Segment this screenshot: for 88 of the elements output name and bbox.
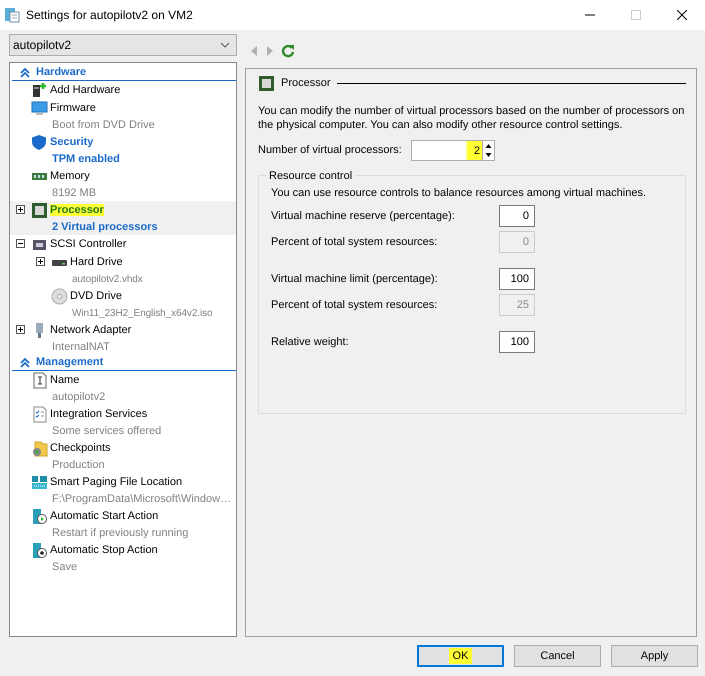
spin-buttons[interactable] — [482, 140, 495, 161]
close-icon — [677, 10, 687, 20]
tree-item-label: DVD Drive — [70, 290, 122, 302]
dialog-button[interactable]: OK — [417, 645, 504, 667]
tree-item-detail: Win11_23H2_English_x64v2.iso — [72, 308, 212, 318]
server-play-icon — [30, 508, 48, 525]
tree-item-detail: TPM enabled — [52, 152, 120, 164]
number-field[interactable]: 100 — [499, 331, 535, 353]
tree-row[interactable]: Network Adapter InternalNAT — [10, 321, 236, 355]
selected-tree-row[interactable]: Processor 2 Virtual processors — [10, 201, 236, 235]
tree-item-label: Automatic Stop Action — [50, 544, 158, 556]
tree-item-label: Memory — [50, 170, 90, 182]
group-description: You can use resource controls to balance resources among virtual machines. — [271, 186, 648, 200]
tree-row[interactable]: Hard Drive autopilotv2.vhdx — [10, 253, 236, 287]
tree-item-label: Hard Drive — [70, 256, 123, 268]
monitor-icon — [30, 100, 48, 117]
text-cursor-icon — [30, 372, 48, 389]
tree-item-label: Integration Services — [50, 408, 148, 420]
tree-item-detail: Some services offered — [52, 424, 162, 436]
disc-icon — [50, 288, 68, 305]
chip-icon — [30, 202, 48, 219]
tree-row[interactable]: Security TPM enabled — [10, 133, 236, 167]
vm-dropdown[interactable]: autopilotv2 — [9, 34, 237, 56]
checklist-icon — [30, 406, 48, 423]
field-label: Relative weight: — [271, 334, 350, 350]
tree-item-label: SCSI Controller — [50, 238, 126, 250]
dialog-button[interactable]: Apply — [611, 645, 698, 667]
tree-item-label: Checkpoints — [50, 442, 111, 454]
tree-row[interactable]: Automatic Start Action Restart if previously running — [10, 507, 236, 541]
expand-icon[interactable] — [36, 257, 44, 266]
tree-item-detail: Restart if previously running — [52, 526, 188, 538]
group-title: Resource control — [266, 170, 356, 182]
field-label: Virtual machine reserve (percentage): — [271, 208, 456, 224]
tree-item-label: Network Adapter — [50, 324, 132, 336]
folder-clock-icon — [30, 440, 48, 457]
tree-row[interactable]: Memory 8192 MB — [10, 167, 236, 201]
field-label: Virtual machine limit (percentage): — [271, 272, 439, 287]
hardware-plus-icon — [30, 82, 48, 99]
panel-title: Processor — [281, 76, 331, 92]
expand-icon[interactable] — [16, 205, 24, 214]
number-field[interactable]: 0 — [499, 205, 535, 227]
processor-count-field[interactable]: 2 — [411, 140, 482, 161]
tree-row[interactable]: DVD Drive Win11_23H2_English_x64v2.iso — [10, 287, 236, 321]
settings-window-icon — [4, 7, 20, 23]
number-field[interactable]: 100 — [499, 268, 535, 290]
tree-item-detail: Boot from DVD Drive — [52, 118, 155, 130]
tree-row[interactable]: SCSI Controller — [10, 235, 236, 253]
tree-row[interactable]: Name autopilotv2 — [10, 371, 236, 405]
tree-item-detail: 2 Virtual processors — [52, 220, 158, 232]
tree-item-label: Name — [50, 374, 80, 386]
chevron-down-icon — [220, 42, 230, 48]
tree-row[interactable]: Automatic Stop Action Save — [10, 541, 236, 575]
collapse-section-icon[interactable] — [20, 358, 30, 368]
field-label: Number of virtual processors: — [258, 143, 403, 158]
tree-item-detail: 8192 MB — [52, 186, 96, 198]
tree-item-label: Security — [50, 136, 94, 148]
tree-item-detail: autopilotv2.vhdx — [72, 274, 143, 284]
tree-item-detail: Production — [52, 458, 105, 470]
tree-item-label: Processor — [50, 204, 104, 216]
server-stop-icon — [30, 542, 48, 559]
vm-name: autopilotv2 — [13, 37, 72, 54]
section-header[interactable]: Hardware — [36, 64, 86, 81]
tree-item-detail: Save — [52, 560, 78, 572]
tree-row[interactable]: Smart Paging File Location F:\ProgramData\Microsoft\Window… — [10, 473, 236, 507]
tree-item-label: Automatic Start Action — [50, 510, 158, 522]
tree-item-detail: autopilotv2 — [52, 390, 106, 402]
window-title: Settings for autopilotv2 on VM2 — [26, 7, 193, 24]
tree-item-label: Add Hardware — [50, 84, 120, 96]
field-label: Percent of total system resources: — [271, 298, 438, 313]
shield-icon — [30, 134, 48, 151]
panel-description: You can modify the number of virtual processors based on the number of processors on the physical computer. You can also modify other resource control settings. — [258, 104, 686, 132]
expand-icon[interactable] — [16, 325, 24, 334]
paging-file-icon — [30, 474, 48, 491]
tree-item-detail: InternalNAT — [52, 340, 110, 352]
collapse-section-icon[interactable] — [20, 68, 30, 78]
refresh-icon[interactable] — [281, 44, 295, 58]
tree-item-label: Smart Paging File Location — [50, 476, 182, 488]
dialog-button[interactable]: Cancel — [514, 645, 601, 667]
field-label: Percent of total system resources: — [271, 234, 438, 250]
tree-row[interactable]: Integration Services Some services offered — [10, 405, 236, 439]
collapse-icon[interactable] — [16, 239, 24, 248]
section-header[interactable]: Management — [36, 354, 104, 371]
chip-icon — [258, 75, 275, 92]
tree-item-detail: F:\ProgramData\Microsoft\Window… — [52, 492, 232, 504]
tree-row[interactable]: Firmware Boot from DVD Drive — [10, 99, 236, 133]
tree-row[interactable]: Checkpoints Production — [10, 439, 236, 473]
tree-row[interactable]: Add Hardware — [10, 81, 236, 99]
tree-item-label: Firmware — [50, 102, 96, 114]
